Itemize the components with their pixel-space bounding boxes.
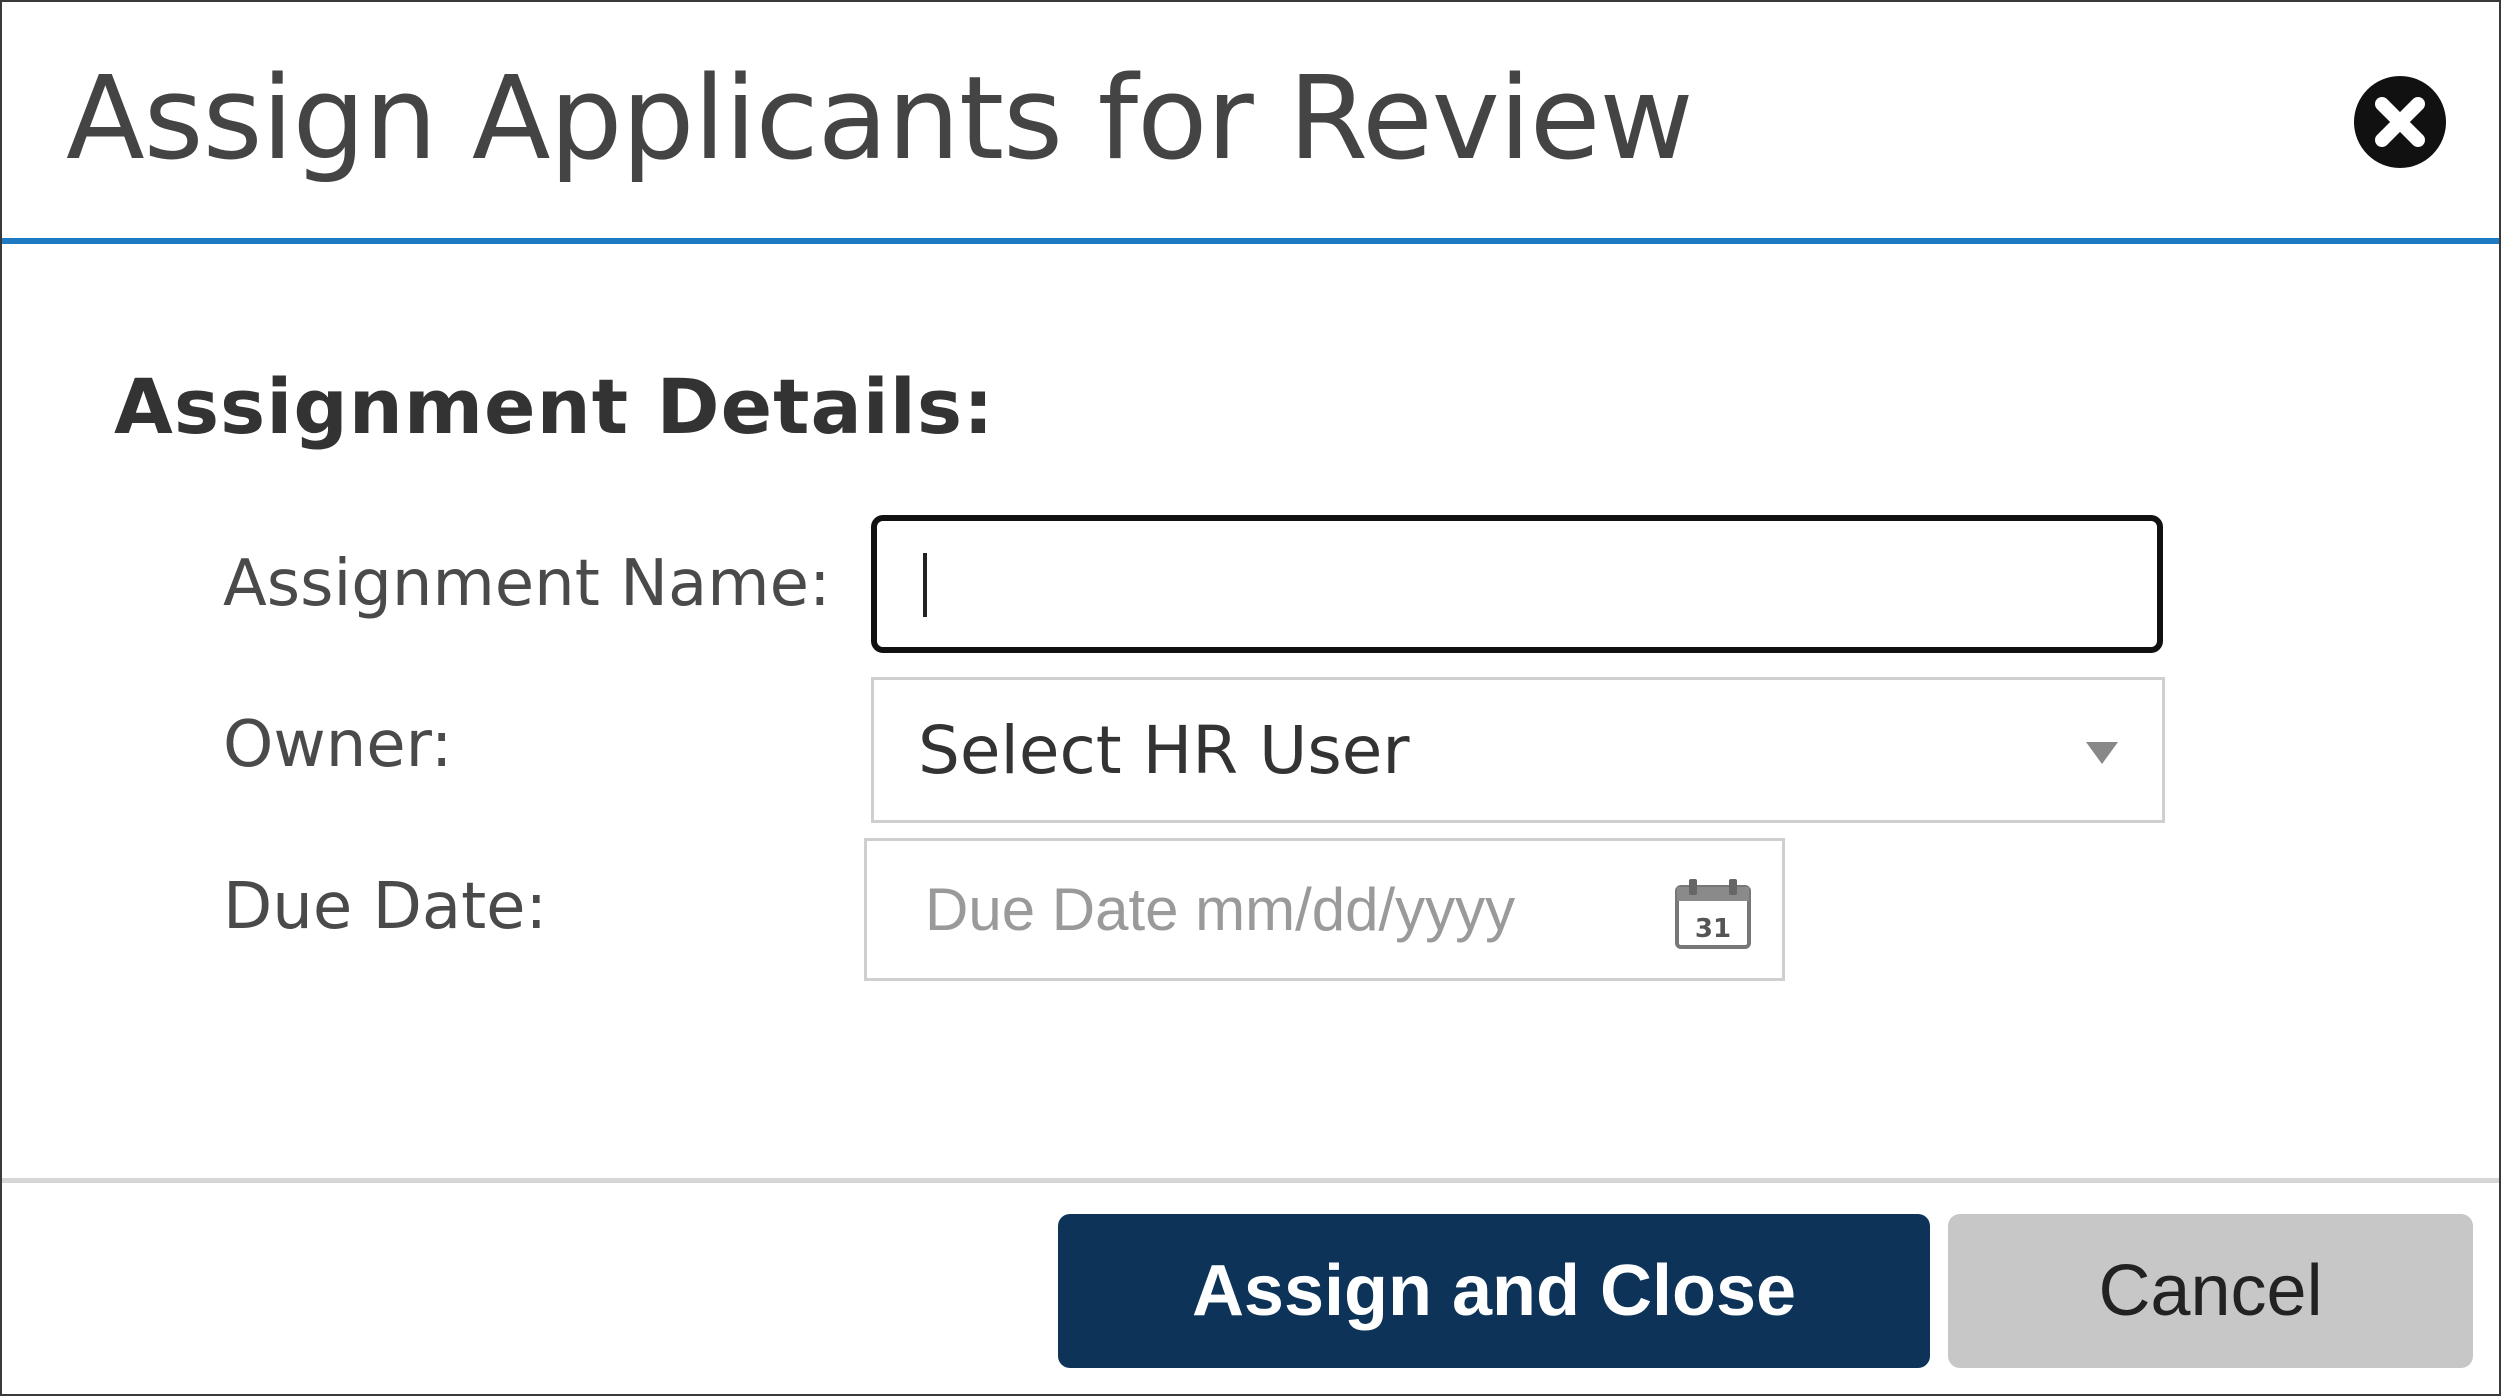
assign-applicants-dialog: Assign Applicants for Review Assignment … — [0, 0, 2501, 1396]
due-date-label: Due Date: — [223, 870, 548, 944]
calendar-icon[interactable]: 31 — [1673, 877, 1753, 951]
assignment-name-field[interactable] — [871, 515, 2163, 653]
assignment-name-input[interactable] — [877, 521, 2157, 647]
section-title: Assignment Details: — [114, 362, 995, 451]
dialog-header: Assign Applicants for Review — [2, 2, 2499, 244]
assignment-name-label: Assignment Name: — [223, 547, 831, 621]
due-date-input[interactable] — [867, 841, 1647, 978]
calendar-day-text: 31 — [1695, 914, 1731, 944]
owner-label: Owner: — [223, 708, 453, 782]
cancel-button[interactable]: Cancel — [1948, 1214, 2473, 1368]
due-date-field[interactable]: 31 — [864, 838, 1785, 981]
text-caret — [923, 553, 927, 617]
footer-divider — [2, 1178, 2499, 1183]
chevron-down-icon — [2086, 742, 2118, 764]
owner-select[interactable]: Select HR User — [871, 677, 2165, 823]
close-icon[interactable] — [2354, 76, 2446, 168]
owner-select-value: Select HR User — [918, 712, 1410, 789]
dialog-title: Assign Applicants for Review — [66, 52, 1694, 186]
assign-and-close-button[interactable]: Assign and Close — [1058, 1214, 1930, 1368]
